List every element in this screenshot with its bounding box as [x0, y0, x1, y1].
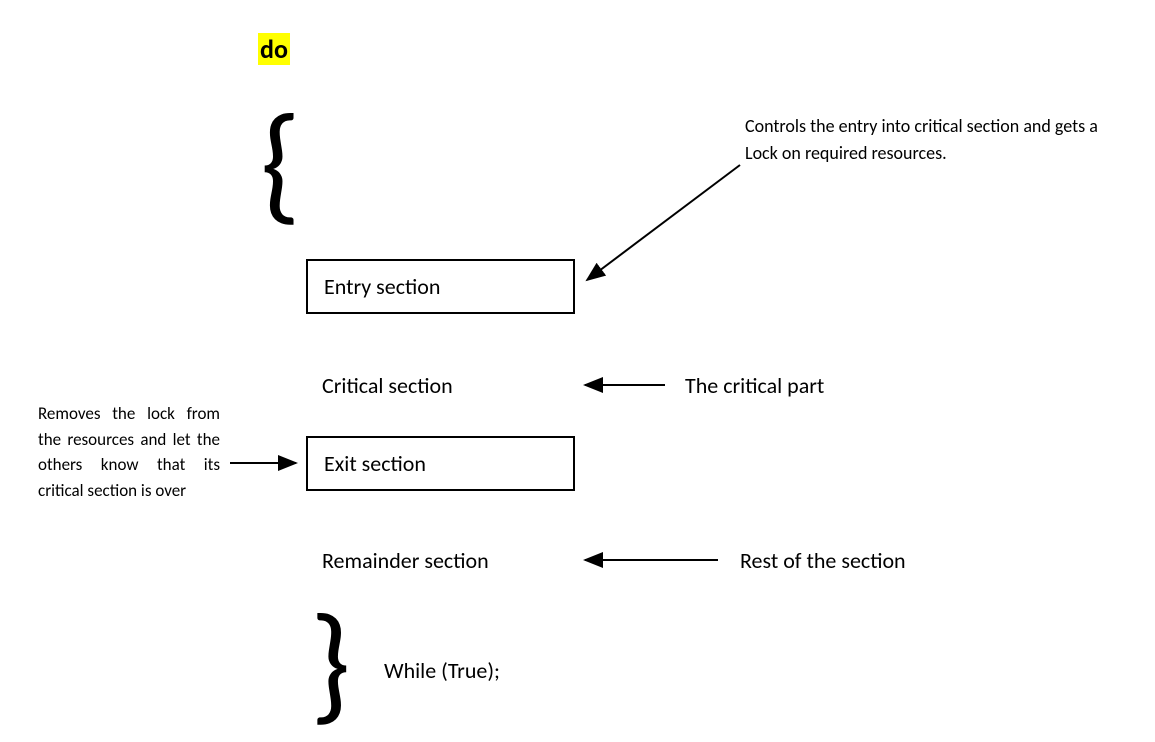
- exit-section-box: Exit section: [306, 436, 575, 491]
- remainder-annotation: Rest of the section: [740, 547, 906, 574]
- critical-annotation: The critical part: [685, 372, 824, 399]
- arrows-layer: [0, 0, 1155, 736]
- exit-annotation: Removes the lock from the resources and …: [38, 401, 220, 503]
- critical-section-label: Critical section: [322, 372, 453, 399]
- entry-section-label: Entry section: [324, 273, 440, 300]
- while-label: While (True);: [384, 657, 500, 684]
- remainder-section-label: Remainder section: [322, 547, 489, 574]
- brace-open: {: [260, 98, 301, 228]
- arrow-entry: [587, 165, 740, 280]
- exit-section-label: Exit section: [324, 450, 426, 477]
- do-keyword: do: [258, 33, 290, 65]
- entry-annotation: Controls the entry into critical section…: [745, 113, 1105, 167]
- brace-close: }: [310, 598, 351, 728]
- entry-section-box: Entry section: [306, 259, 575, 314]
